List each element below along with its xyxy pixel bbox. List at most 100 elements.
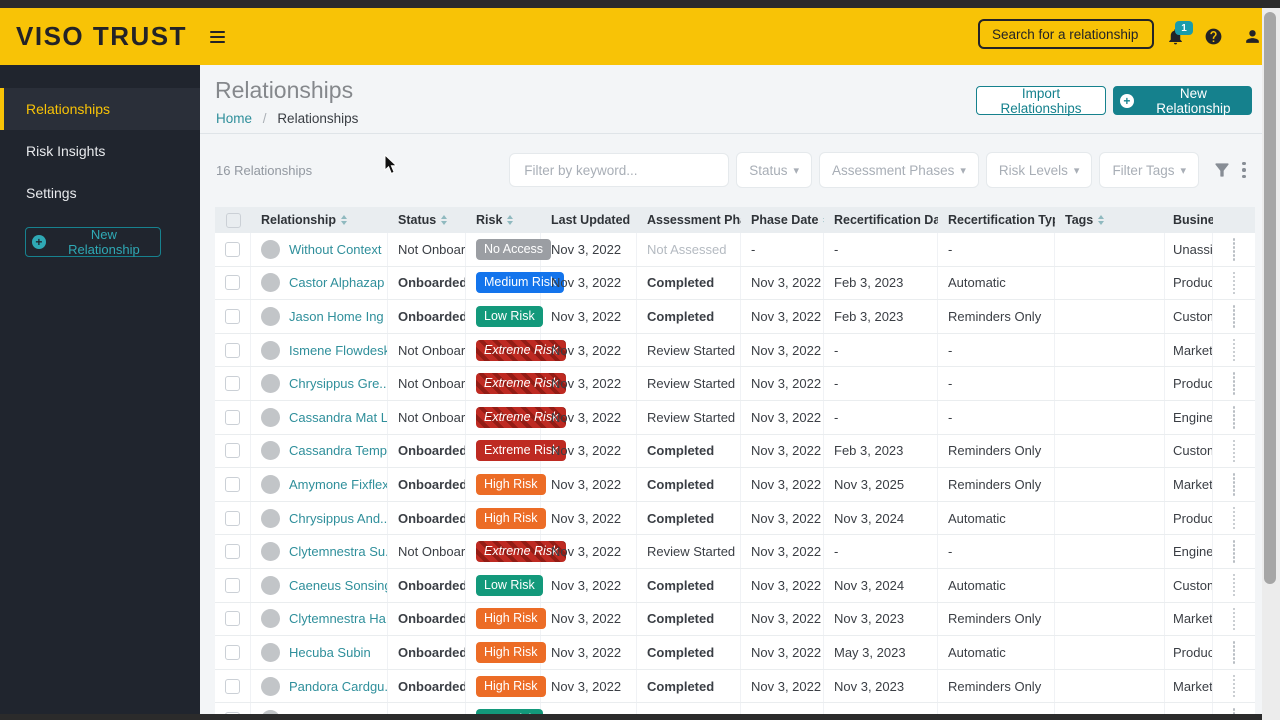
avatar [261, 306, 280, 326]
relationship-link[interactable]: Clytemnestra Ha... [289, 611, 387, 626]
relationship-link[interactable]: Pandora Cardgu... [289, 679, 387, 694]
new-relationship-button[interactable]: + New Relationship [1113, 85, 1252, 116]
row-checkbox[interactable] [215, 266, 251, 300]
column-header-risk[interactable]: Risk [466, 207, 541, 233]
recertification-date-cell: Nov 3, 2025 [824, 468, 938, 501]
risk-levels-filter-dropdown[interactable]: Risk Levels ▾ [985, 152, 1093, 188]
column-header-last-updated[interactable]: Last Updated ↓ [541, 207, 637, 233]
relationship-link[interactable]: Clytemnestra Su... [289, 544, 387, 559]
table-row[interactable]: Clytemnestra Su... Not Onboarded Extreme… [215, 535, 1255, 569]
sidebar-item-risk-insights[interactable]: Risk Insights [0, 130, 200, 172]
relationship-link[interactable]: Chrysippus Gre... [289, 376, 387, 391]
scrollbar-thumb[interactable] [1264, 12, 1276, 584]
table-row[interactable]: Castor Alphazap Onboarded Medium Risk No… [215, 266, 1255, 301]
table-row[interactable]: Hecuba Subin Onboarded High Risk Nov 3, … [215, 636, 1255, 670]
row-checkbox[interactable] [215, 669, 251, 703]
menu-icon[interactable] [210, 31, 225, 43]
row-menu-button[interactable] [1213, 334, 1255, 367]
row-menu-button[interactable] [1213, 703, 1255, 714]
row-checkbox[interactable] [215, 636, 251, 669]
table-row[interactable]: Pandora Cardgu... Onboarded High Risk No… [215, 669, 1255, 704]
relationship-link[interactable]: Cassandra Temp [289, 443, 387, 458]
row-checkbox[interactable] [215, 367, 251, 400]
filter-tags-dropdown[interactable]: Filter Tags ▾ [1099, 152, 1199, 188]
table-row[interactable]: Amymone Fixflex Onboarded High Risk Nov … [215, 468, 1255, 502]
row-menu-button[interactable] [1213, 267, 1255, 300]
row-checkbox[interactable] [215, 400, 251, 434]
relationship-link[interactable]: Amymone Fixflex [289, 477, 387, 492]
table-row[interactable]: Caeneus Sonsing Onboarded Low Risk Nov 3… [215, 568, 1255, 603]
table-row[interactable]: Cassandra Temp Onboarded Extreme Risk No… [215, 434, 1255, 469]
row-checkbox[interactable] [215, 602, 251, 636]
table-row[interactable]: Ismene Flowdesk Not Onboarded Extreme Ri… [215, 333, 1255, 368]
filter-funnel-icon[interactable] [1212, 160, 1232, 180]
table-row[interactable]: Clytemnestra Ha... Onboarded High Risk N… [215, 602, 1255, 637]
row-checkbox[interactable] [215, 333, 251, 367]
row-menu-button[interactable] [1213, 435, 1255, 468]
column-header-relationship[interactable]: Relationship [251, 207, 388, 233]
row-menu-button[interactable] [1213, 502, 1255, 535]
column-header-business[interactable]: Business [1165, 207, 1213, 233]
status-cell: Onboarded [388, 602, 466, 636]
business-cell: Customer [1165, 703, 1213, 714]
table-row[interactable]: Cassandra Mat L... Not Onboarded Extreme… [215, 400, 1255, 435]
avatar [261, 676, 280, 696]
notifications-button[interactable]: 1 [1166, 21, 1193, 46]
row-checkbox[interactable] [215, 434, 251, 468]
row-checkbox[interactable] [215, 233, 251, 266]
sidebar-item-relationships[interactable]: Relationships [0, 88, 200, 130]
sort-icon [441, 215, 448, 225]
column-header-status[interactable]: Status [388, 207, 466, 233]
relationship-link[interactable]: Ismene Flowdesk [289, 343, 387, 358]
column-header-assessment-phase[interactable]: Assessment Phase [637, 207, 741, 233]
column-header-phase-date[interactable]: Phase Date [741, 207, 824, 233]
row-menu-button[interactable] [1213, 603, 1255, 636]
relationship-link[interactable]: Hecuba Subin [289, 645, 371, 660]
select-all-checkbox[interactable] [215, 207, 251, 233]
row-menu-button[interactable] [1213, 367, 1255, 400]
sort-icon [341, 215, 348, 225]
keyword-filter-input[interactable] [509, 153, 730, 187]
button-label: New Relationship [1156, 85, 1231, 116]
vertical-scrollbar[interactable] [1262, 8, 1280, 720]
account-button[interactable] [1243, 27, 1262, 46]
row-menu-button[interactable] [1213, 401, 1255, 434]
relationship-link[interactable]: Jason Home Ing [289, 309, 384, 324]
table-row[interactable]: Jason Home Ing Onboarded Low Risk Nov 3,… [215, 300, 1255, 334]
relationship-link[interactable]: Cassandra Mat L... [289, 410, 387, 425]
relationship-link[interactable]: Castor Alphazap [289, 275, 384, 290]
column-header-recertification-date[interactable]: Recertification Date [824, 207, 938, 233]
row-checkbox[interactable] [215, 300, 251, 333]
row-checkbox[interactable] [215, 501, 251, 535]
row-checkbox[interactable] [215, 535, 251, 568]
row-checkbox[interactable] [215, 468, 251, 501]
search-input[interactable] [978, 19, 1154, 49]
relationship-link[interactable]: Without Context [289, 242, 382, 257]
assessment-phases-filter-dropdown[interactable]: Assessment Phases ▾ [819, 152, 979, 188]
toolbar-more-icon[interactable] [1236, 160, 1252, 180]
import-relationships-button[interactable]: Import Relationships [976, 86, 1106, 116]
relationship-link[interactable]: Caeneus Sonsing [289, 578, 387, 593]
row-menu-button[interactable] [1213, 636, 1255, 669]
row-menu-button[interactable] [1213, 569, 1255, 602]
sidebar-new-relationship-button[interactable]: + New Relationship [25, 227, 161, 257]
row-menu-button[interactable] [1213, 535, 1255, 568]
column-header-tags[interactable]: Tags [1055, 207, 1165, 233]
row-menu-button[interactable] [1213, 300, 1255, 333]
table-row[interactable]: Chrysippus And... Onboarded High Risk No… [215, 501, 1255, 536]
sidebar-item-settings[interactable]: Settings [0, 172, 200, 214]
table-row[interactable]: Chrysippus Gre... Not Onboarded Extreme … [215, 367, 1255, 401]
row-menu-button[interactable] [1213, 233, 1255, 266]
status-filter-dropdown[interactable]: Status ▾ [736, 152, 813, 188]
table-row[interactable]: Iphigenia Solarb... Onboarded Low Risk N… [215, 703, 1255, 714]
help-button[interactable] [1204, 27, 1223, 46]
breadcrumb-home-link[interactable]: Home [216, 111, 252, 126]
row-menu-button[interactable] [1213, 468, 1255, 501]
recertification-type-cell: Reminders Only [938, 300, 1055, 333]
row-checkbox[interactable] [215, 703, 251, 714]
relationship-link[interactable]: Chrysippus And... [289, 511, 387, 526]
row-checkbox[interactable] [215, 568, 251, 602]
column-header-recertification-type[interactable]: Recertification Type [938, 207, 1055, 233]
table-row[interactable]: Without Context Not Onboarded No Access … [215, 233, 1255, 267]
row-menu-button[interactable] [1213, 670, 1255, 703]
